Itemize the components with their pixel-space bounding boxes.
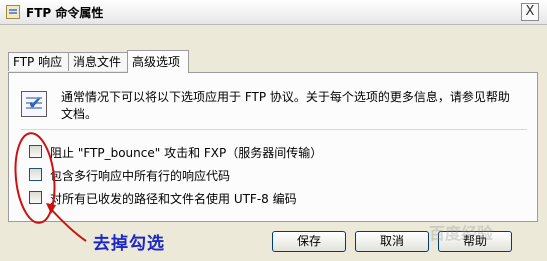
option-label: 包含多行响应中所有行的响应代码 — [50, 169, 231, 183]
checkbox[interactable] — [29, 145, 42, 158]
window-title: FTP 命令属性 — [26, 6, 104, 20]
advanced-options-panel: 通常情况下可以将以下选项应用于 FTP 协议。关于每个选项的更多信息，请参见帮助… — [8, 72, 538, 222]
checkbox[interactable] — [29, 191, 42, 204]
annotation-text: 去掉勾选 — [93, 234, 165, 254]
save-button[interactable]: 保存 — [272, 231, 346, 252]
option-label: 对所有已收发的路径和文件名使用 UTF-8 编码 — [50, 192, 297, 206]
info-line-2: 文档。 — [61, 107, 98, 121]
tab-message-file[interactable]: 消息文件 — [68, 52, 130, 71]
title-bar: FTP 命令属性 X — [0, 0, 547, 25]
option-label: 阻止 "FTP_bounce" 攻击和 FXP（服务器间传输） — [50, 146, 323, 160]
checkbox[interactable] — [29, 168, 42, 181]
separator — [21, 129, 527, 130]
dialog-icon — [6, 5, 20, 19]
tab-advanced-options[interactable]: 高级选项 — [127, 50, 189, 73]
info-checklist-icon — [21, 91, 47, 117]
cancel-button[interactable]: 取消 — [355, 231, 429, 252]
info-text: 通常情况下可以将以下选项应用于 FTP 协议。关于每个选项的更多信息，请参见帮助… — [61, 89, 525, 123]
close-button[interactable]: X — [521, 3, 539, 21]
info-line-1: 通常情况下可以将以下选项应用于 FTP 协议。关于每个选项的更多信息，请参见帮助 — [61, 90, 510, 104]
watermark: 百度经验 — [429, 224, 494, 243]
tab-ftp-response[interactable]: FTP 响应 — [8, 52, 69, 71]
